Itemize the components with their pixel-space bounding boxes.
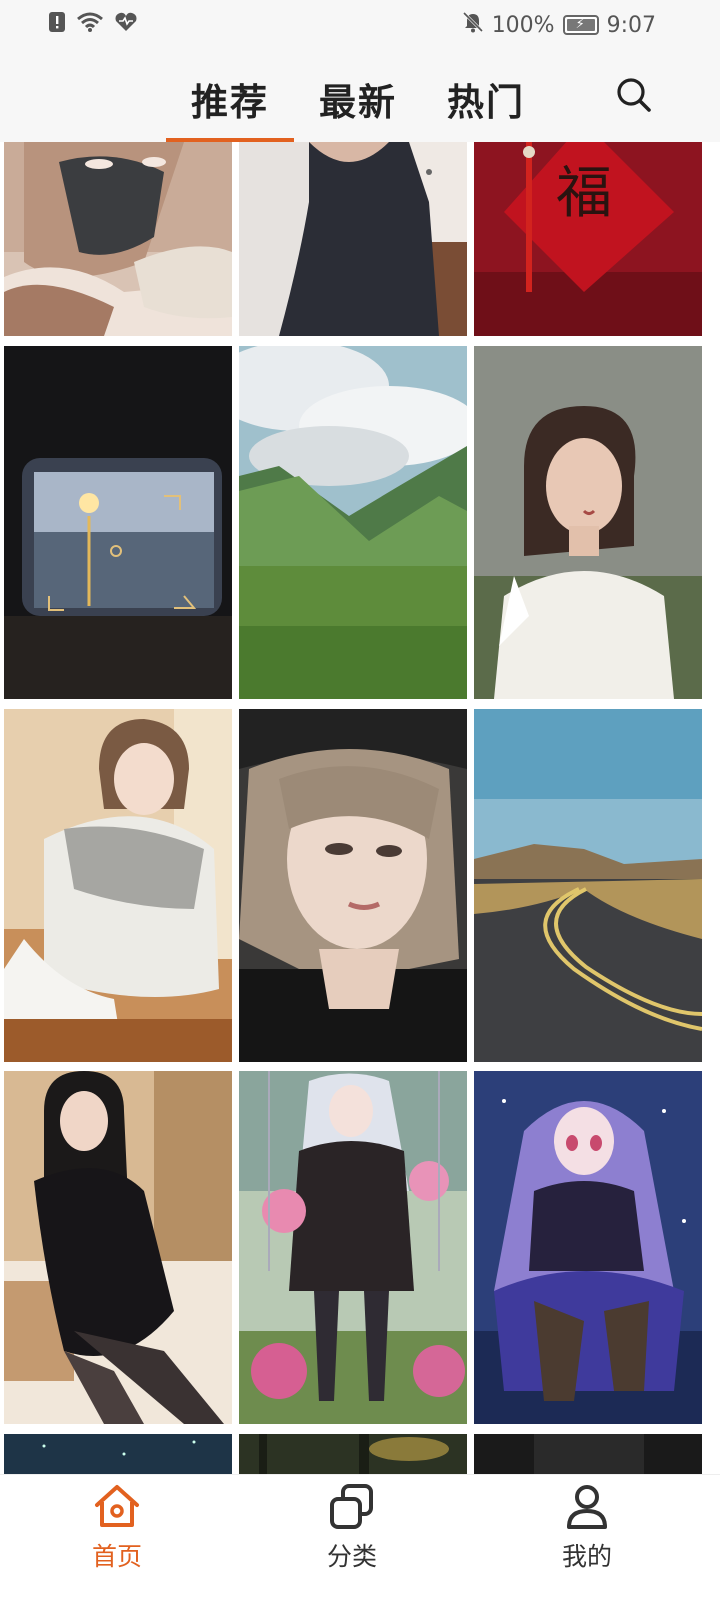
wallpaper-tile[interactable] — [4, 1434, 232, 1474]
wallpaper-tile[interactable] — [474, 1434, 702, 1474]
wifi-icon — [76, 11, 104, 39]
tab-latest[interactable]: 最新 — [294, 72, 422, 134]
wallpaper-tile[interactable] — [474, 1071, 702, 1424]
wallpaper-tile[interactable] — [4, 142, 232, 336]
wallpaper-tile[interactable] — [474, 709, 702, 1062]
wallpaper-tile[interactable] — [239, 709, 467, 1062]
nav-profile[interactable]: 我的 — [527, 1481, 647, 1591]
wallpaper-tile[interactable] — [4, 346, 232, 699]
wallpaper-tile[interactable] — [239, 1434, 467, 1474]
clock: 9:07 — [606, 12, 656, 38]
wallpaper-tile[interactable] — [239, 142, 467, 336]
status-right: 100% ⚡ 9:07 — [462, 11, 656, 39]
wallpaper-grid: 福 — [0, 142, 720, 1474]
wallpaper-tile[interactable] — [239, 346, 467, 699]
wallpaper-tile[interactable]: 福 — [474, 142, 702, 336]
nav-category[interactable]: 分类 — [292, 1481, 412, 1591]
wallpaper-tile[interactable] — [4, 1071, 232, 1424]
category-icon — [330, 1484, 373, 1529]
nav-home[interactable]: 首页 — [57, 1481, 177, 1591]
bottom-nav: 首页 分类 我的 — [0, 1474, 720, 1600]
status-left — [48, 11, 138, 39]
wallpaper-tile[interactable] — [239, 1071, 467, 1424]
top-tabs: 推荐 最新 热门 — [166, 72, 550, 142]
tab-popular[interactable]: 热门 — [422, 72, 550, 134]
status-bar: 100% ⚡ 9:07 — [0, 0, 720, 50]
mute-bell-icon — [462, 11, 484, 39]
wallpaper-tile[interactable] — [474, 346, 702, 699]
nav-profile-label: 我的 — [561, 1542, 612, 1571]
svg-text:福: 福 — [556, 161, 612, 226]
battery-icon: ⚡ — [562, 15, 599, 35]
top-nav: 推荐 最新 热门 — [0, 50, 720, 142]
wallpaper-tile[interactable] — [4, 709, 232, 1062]
nav-category-label: 分类 — [326, 1542, 377, 1571]
battery-percent: 100% — [491, 12, 555, 38]
app-screen: 100% ⚡ 9:07 推荐 最新 热门 福 首页 分类 我的 — [0, 0, 720, 1600]
home-icon — [95, 1485, 139, 1527]
search-icon — [617, 78, 651, 112]
alert-icon — [48, 11, 66, 39]
profile-icon — [567, 1485, 607, 1529]
tab-recommended[interactable]: 推荐 — [166, 72, 294, 142]
nav-home-label: 首页 — [91, 1542, 142, 1571]
search-button[interactable] — [614, 75, 654, 115]
heart-pulse-icon — [114, 11, 138, 39]
